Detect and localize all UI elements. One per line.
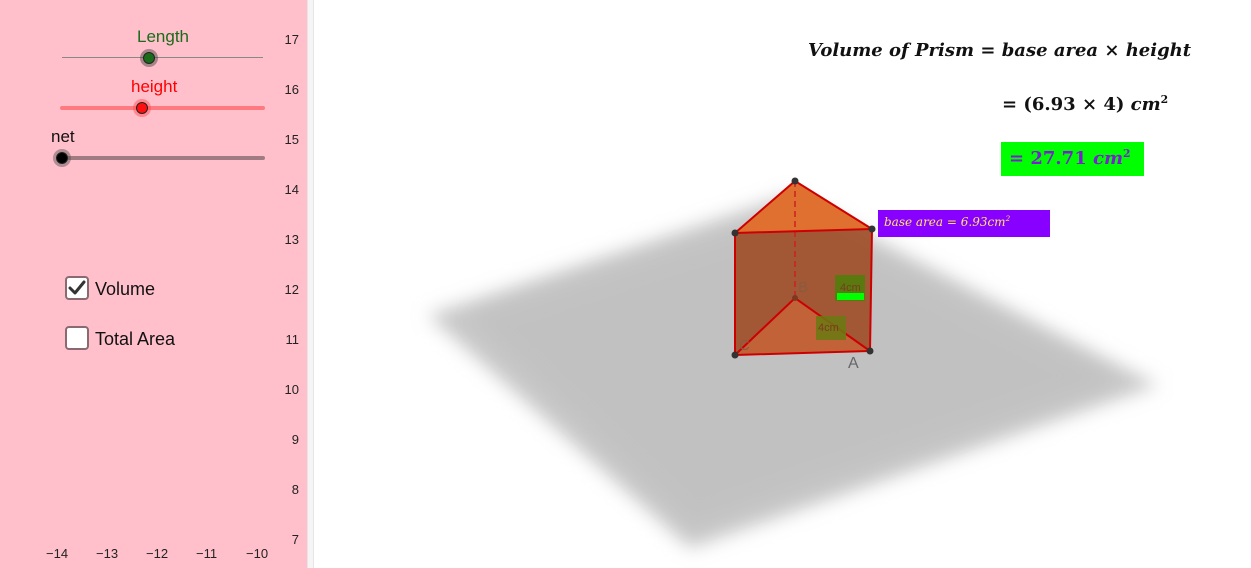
volume-checkbox[interactable] xyxy=(65,276,89,300)
y-tick: 7 xyxy=(291,532,299,547)
x-tick: −13 xyxy=(96,546,119,561)
y-tick: 8 xyxy=(291,482,299,497)
y-tick: 15 xyxy=(284,132,299,147)
length-slider-track[interactable] xyxy=(62,57,263,58)
volume-calculation: = (6.93 × 4) cm2 xyxy=(1002,93,1168,115)
net-slider-track[interactable] xyxy=(56,156,265,160)
base-area-label: base area = 6.93cm2 xyxy=(878,210,1050,237)
side-label: 4cm xyxy=(818,322,839,334)
slider-label-length: Length xyxy=(137,27,189,46)
panel-divider[interactable] xyxy=(307,0,314,568)
height-slider-track[interactable] xyxy=(60,106,265,110)
y-tick: 14 xyxy=(284,182,299,197)
formula-rhs: base area × height xyxy=(1001,40,1192,61)
result-exp: 2 xyxy=(1123,147,1131,160)
height-label: 4cm xyxy=(840,282,861,294)
y-tick: 9 xyxy=(291,432,299,447)
point-label-B: B xyxy=(798,279,808,296)
x-tick: −10 xyxy=(246,546,269,561)
y-tick: 16 xyxy=(284,82,299,97)
vertex-top-right[interactable] xyxy=(868,225,876,233)
point-label-A: A xyxy=(848,355,859,372)
volume-result: = 27.71 cm2 xyxy=(1001,142,1144,176)
x-tick: −12 xyxy=(146,546,169,561)
y-tick: 17 xyxy=(284,32,299,47)
slider-label-net: net xyxy=(51,127,75,146)
y-tick: 11 xyxy=(285,332,300,347)
scene-3d[interactable]: 4cm 4cm B C A xyxy=(314,0,1251,568)
vertex-top-back[interactable] xyxy=(791,177,799,185)
result-prefix: = 27.71 xyxy=(1009,148,1093,169)
height-slider-knob[interactable] xyxy=(136,102,148,114)
algebra-graphics-panel: Length height net Volume Total Area 17 1… xyxy=(0,0,307,568)
checkmark-icon xyxy=(68,280,86,295)
net-slider-knob[interactable] xyxy=(56,152,68,164)
base-area-exp: 2 xyxy=(1005,214,1011,223)
vertex-C[interactable] xyxy=(731,351,739,359)
result-unit: cm xyxy=(1092,148,1123,169)
calc-prefix: = (6.93 × 4) xyxy=(1002,94,1131,115)
y-tick: 12 xyxy=(284,282,299,297)
vertex-A[interactable] xyxy=(866,347,874,355)
formula-lhs: Volume of Prism xyxy=(808,40,975,61)
length-slider-knob[interactable] xyxy=(143,52,155,64)
vertex-top-left[interactable] xyxy=(731,229,739,237)
x-tick: −11 xyxy=(196,546,218,561)
y-tick: 10 xyxy=(284,382,299,397)
volume-formula: Volume of Prism = base area × height xyxy=(808,40,1191,61)
y-tick: 13 xyxy=(284,232,299,247)
calc-unit: cm xyxy=(1130,94,1161,115)
total-area-checkbox[interactable] xyxy=(65,326,89,350)
total-area-checkbox-label[interactable]: Total Area xyxy=(95,329,175,350)
point-label-C: C xyxy=(739,337,750,354)
height-label-highlight xyxy=(837,293,864,300)
calc-exp: 2 xyxy=(1160,93,1169,106)
x-tick: −14 xyxy=(46,546,69,561)
slider-label-height: height xyxy=(131,77,178,96)
base-area-text: base area = 6.93cm xyxy=(884,215,1006,229)
graphics-3d-view[interactable]: 4cm 4cm B C A base area = 6.93cm2 xyxy=(314,0,1251,568)
volume-checkbox-label[interactable]: Volume xyxy=(95,279,155,300)
formula-eq: = xyxy=(980,40,996,61)
